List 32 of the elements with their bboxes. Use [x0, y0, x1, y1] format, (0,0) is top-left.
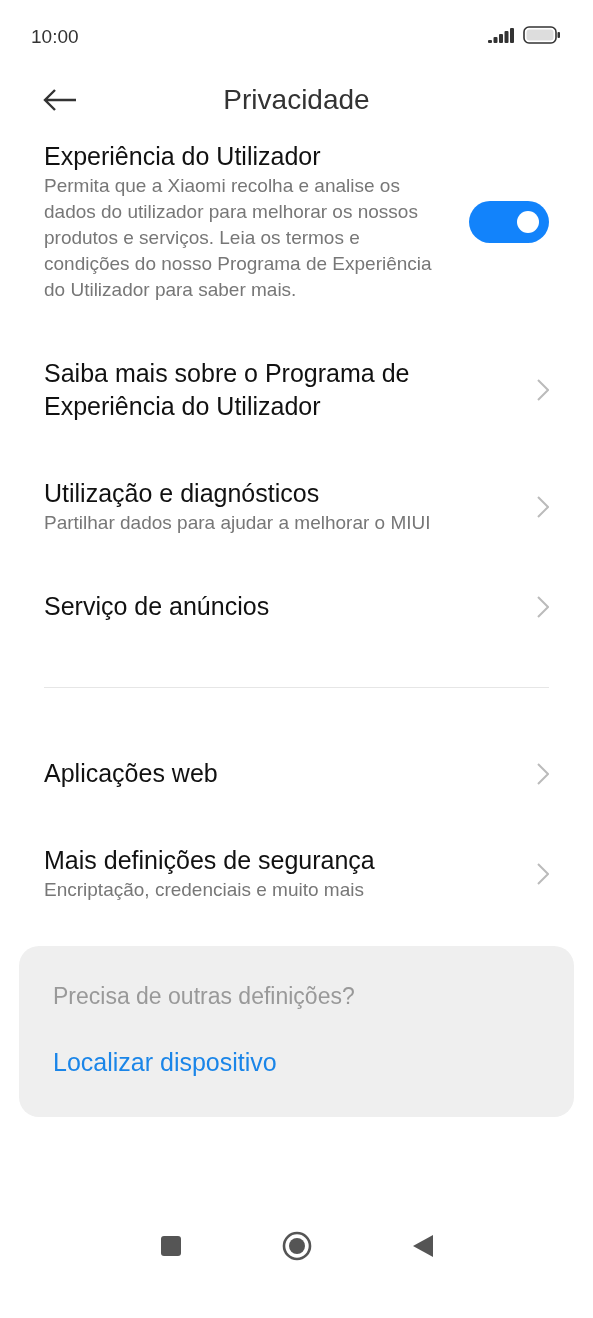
triangle-icon: [411, 1234, 434, 1258]
chevron-right-icon: [537, 862, 549, 885]
item-title: Experiência do Utilizador: [44, 141, 322, 172]
settings-item[interactable]: Mais definições de segurança Encriptação, credenciais e muito mais: [0, 817, 593, 930]
battery-icon: [523, 26, 561, 44]
item-title: Serviço de anúncios: [44, 591, 271, 622]
item-title: Mais definições de segurança: [44, 845, 376, 876]
home-button[interactable]: [281, 1231, 312, 1261]
recents-button[interactable]: [159, 1235, 182, 1257]
settings-item[interactable]: Aplicações web: [0, 730, 593, 817]
item-title: Aplicações web: [44, 758, 219, 789]
card-question: Precisa de outras definições?: [53, 983, 356, 1010]
toggle-switch[interactable]: [469, 200, 549, 243]
status-time: 10:00: [31, 26, 79, 48]
item-title: Utilização e diagnósticos: [44, 478, 321, 509]
settings-item[interactable]: Serviço de anúncios: [0, 563, 593, 650]
item-description: Encriptação, credenciais e muito mais: [44, 878, 365, 902]
home-circle-icon: [281, 1231, 312, 1261]
chevron-right-icon: [537, 762, 549, 785]
back-nav-button[interactable]: [411, 1234, 434, 1258]
page-title: Privacidade: [223, 84, 370, 116]
chevron-right-icon: [537, 495, 549, 518]
chevron-right-icon: [537, 379, 549, 401]
item-description: Partilhar dados para ajudar a melhorar o MIUI: [44, 511, 432, 535]
item-description: Permita que a Xiaomi recolha e analise os dados do utilizador para melhorar os nossos produtos e serviços. Leia os termos e condições do nosso Programa de Experiência do Utilizador para saber mais.: [44, 174, 433, 302]
signal-icon: [488, 27, 515, 43]
back-arrow-icon: [43, 89, 77, 111]
settings-item[interactable]: Saiba mais sobre o Programa de Experiência do Utilizador: [0, 330, 593, 450]
item-title: Saiba mais sobre o Programa de Experiência do Utilizador: [44, 358, 411, 422]
chevron-right-icon: [537, 595, 549, 618]
settings-item[interactable]: Utilização e diagnósticos Partilhar dados para ajudar a melhorar o MIUI: [0, 450, 593, 563]
square-icon: [159, 1235, 182, 1257]
